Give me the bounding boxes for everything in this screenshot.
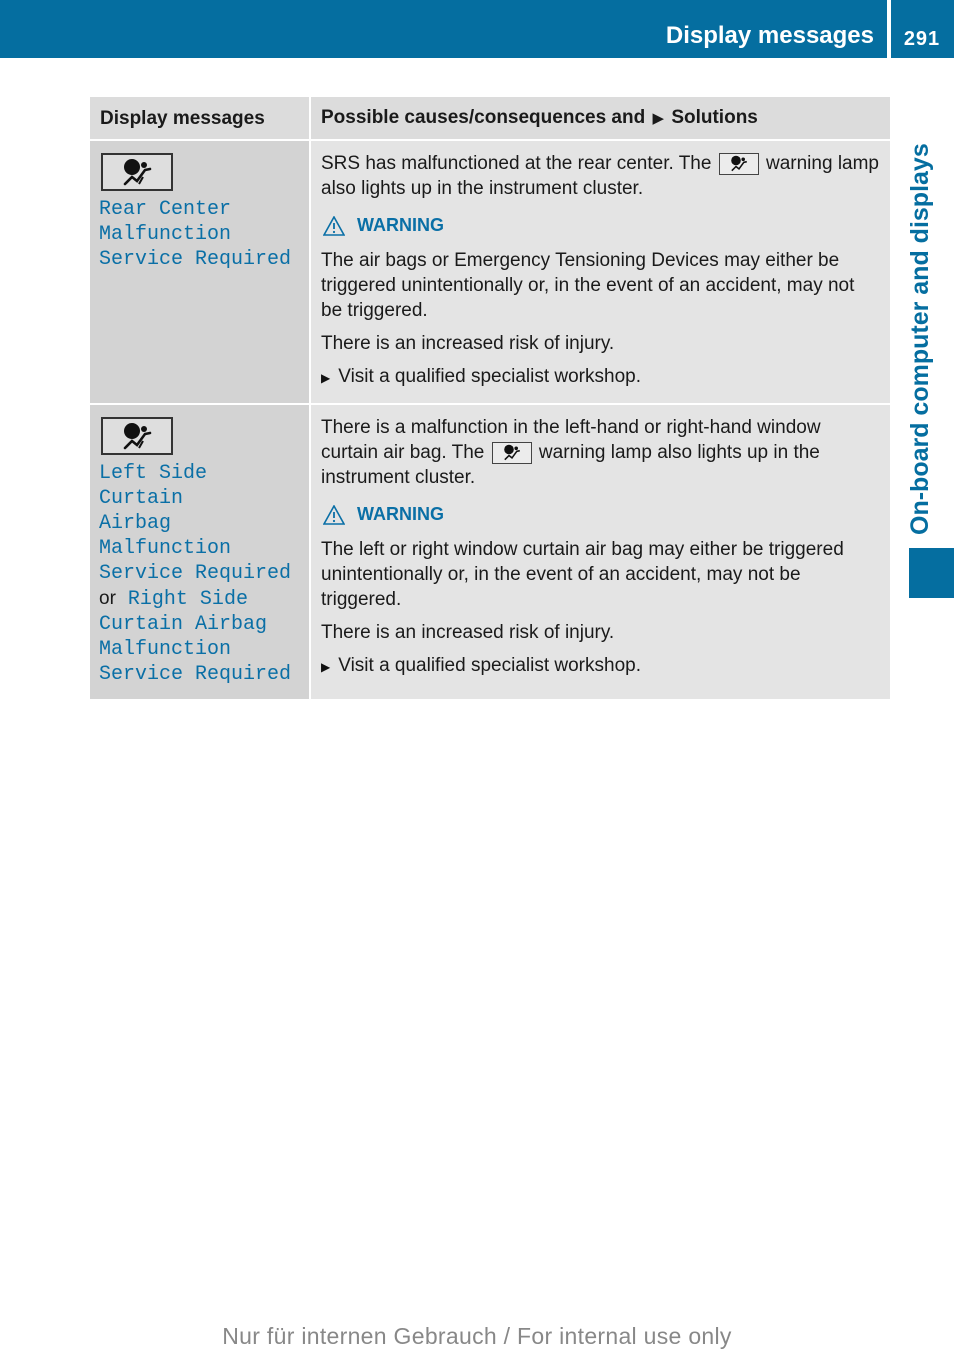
warning-text: The left or right window curtain air bag… [321,539,844,610]
risk-text: There is an increased risk of injury. [321,333,615,354]
warning-triangle-icon [323,215,345,236]
display-messages-table: Display messages Possible causes/consequ… [90,97,890,699]
message-line: Malfunction [99,638,232,661]
cause-text-part: SRS has malfunctioned at the rear center… [321,153,712,174]
message-line: Malfunction [99,223,232,246]
solution-text: Visit a qualified specialist workshop. [338,655,641,676]
solution-step: ▶ Visit a qualified specialist workshop. [321,364,880,391]
solution-step: ▶ Visit a qualified specialist workshop. [321,653,880,680]
warning-triangle-icon [323,504,345,525]
message-line: Service Required [99,562,292,585]
message-line: Service Required [99,248,292,271]
message-line: Service Required [99,663,292,686]
display-message-text: Rear Center Malfunction Service Required [99,197,299,272]
column-header-prefix: Possible causes/consequences and [321,107,646,128]
section-title: Display messages [665,22,874,49]
internal-use-watermark: Nur für internen Gebrauch / For internal… [222,1323,732,1349]
warning-heading: WARNING [321,213,880,238]
airbag-warning-lamp-icon [101,417,173,455]
step-arrow-icon: ▶ [321,371,331,385]
message-line: Airbag Malfunction [99,512,232,560]
cause-text: There is a malfunction in the left-hand … [321,415,880,490]
warning-label: WARNING [357,215,444,235]
airbag-warning-lamp-inline-icon [491,441,532,464]
page-number: 291 [903,28,941,50]
table-row: Left Side Curtain Airbag Malfunction Ser… [90,404,890,699]
table-row: Rear Center Malfunction Service Required… [90,140,890,405]
table-header-row: Display messages Possible causes/consequ… [90,97,890,141]
airbag-warning-lamp-inline-icon [718,152,759,175]
message-line: Curtain Airbag [99,613,268,636]
solution-text: Visit a qualified specialist workshop. [338,366,641,387]
risk-text: There is an increased risk of injury. [321,622,615,643]
display-message-text: Left Side Curtain Airbag Malfunction Ser… [99,461,299,687]
step-arrow-icon: ▶ [321,660,331,674]
display-message-cell: Rear Center Malfunction Service Required [90,140,311,405]
warning-heading: WARNING [321,502,880,527]
column-header-suffix: Solutions [671,107,758,128]
message-line: Left Side Curtain [99,462,208,510]
display-message-cell: Left Side Curtain Airbag Malfunction Ser… [90,404,311,699]
header-divider [887,0,891,58]
causes-solutions-cell: SRS has malfunctioned at the rear center… [310,140,890,405]
message-line: Rear Center [99,198,232,221]
column-header-causes-solutions: Possible causes/consequences and ▶ Solut… [310,97,890,141]
or-connector: or [99,588,116,609]
chapter-tab-marker [909,548,954,598]
cause-text: SRS has malfunctioned at the rear center… [321,151,880,201]
chapter-side-tab: On-board computer and displays [906,143,934,535]
solution-arrow-icon: ▶ [652,110,665,127]
airbag-warning-lamp-icon [101,153,173,191]
column-header-display-messages: Display messages [90,97,311,141]
causes-solutions-cell: There is a malfunction in the left-hand … [310,404,890,699]
warning-label: WARNING [357,504,444,524]
message-line-part: Right Side [127,588,248,611]
warning-text: The air bags or Emergency Tensioning Dev… [321,250,855,321]
message-line: or Right Side [99,586,299,612]
